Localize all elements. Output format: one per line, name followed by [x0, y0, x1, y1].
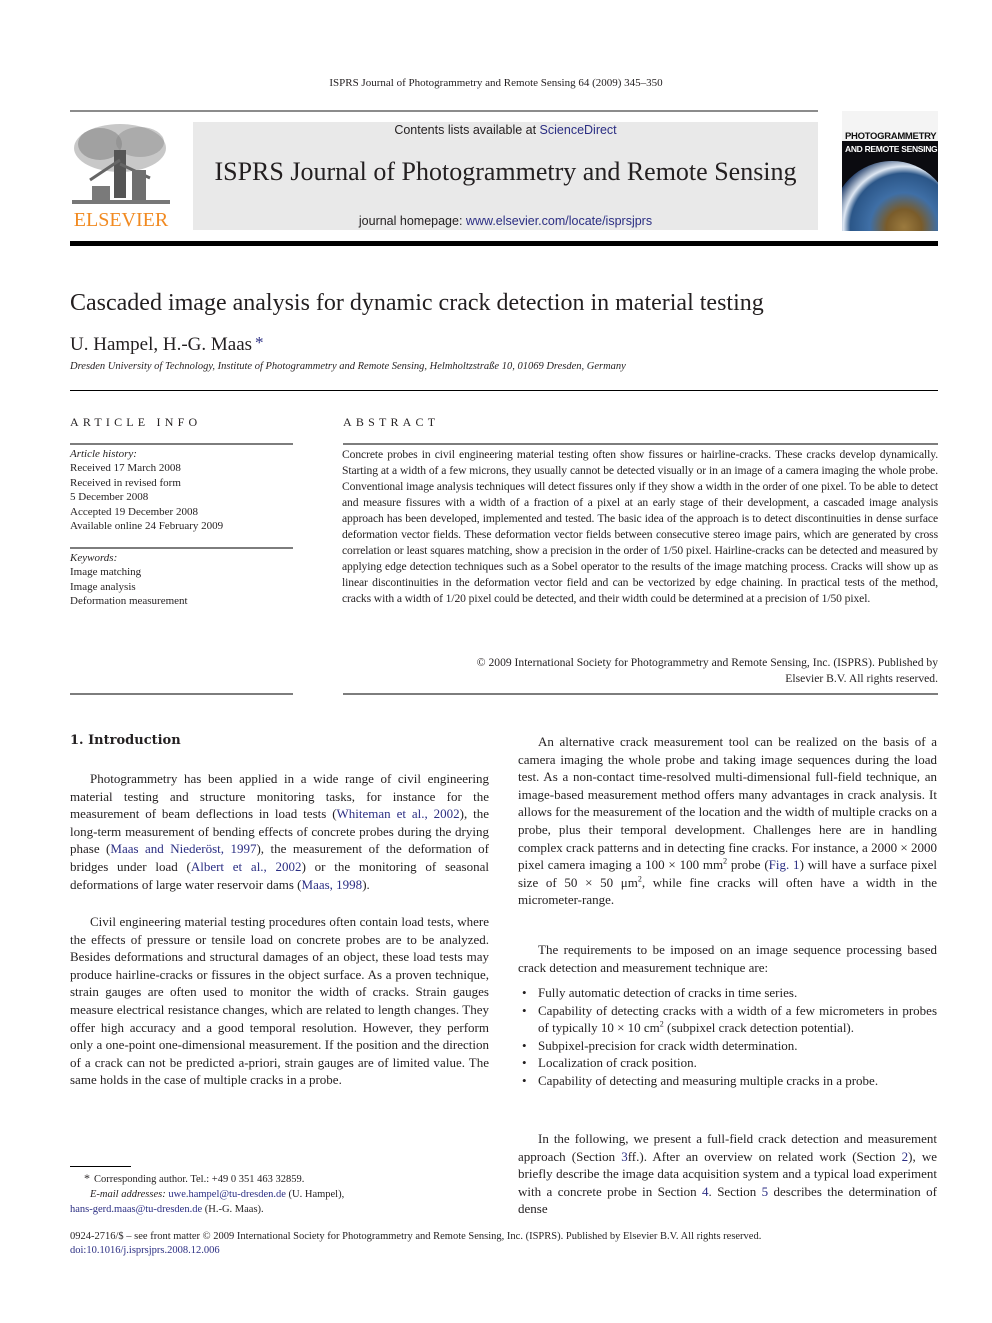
divider: [343, 693, 938, 695]
bullet-icon: •: [522, 1037, 527, 1053]
citation-link[interactable]: Maas, 1998: [302, 877, 363, 892]
contents-prefix: Contents lists available at: [394, 123, 540, 137]
divider: [70, 547, 293, 549]
abstract-text: Concrete probes in civil engineering mat…: [342, 448, 938, 605]
keyword: Deformation measurement: [70, 595, 188, 608]
list-item: • Capability of detecting and measuring m…: [518, 1072, 937, 1090]
cover-title-line1: PHOTOGRAMMETRY: [845, 131, 937, 142]
text: An alternative crack measurement tool ca…: [518, 734, 937, 873]
citation-link[interactable]: Maas and Niederöst, 1997: [110, 841, 256, 856]
copyright-line: © 2009 International Society for Photogr…: [476, 656, 938, 669]
cover-title-line2: AND REMOTE SENSING: [845, 144, 938, 154]
homepage-prefix: journal homepage:: [358, 214, 466, 228]
elsevier-wordmark: ELSEVIER: [73, 209, 169, 231]
paragraph: An alternative crack measurement tool ca…: [518, 733, 937, 909]
corresponding-author-note: Corresponding author. Tel.: +49 0 351 46…: [94, 1174, 305, 1185]
paragraph: Photogrammetry has been applied in a wid…: [70, 770, 489, 893]
journal-homepage-link[interactable]: www.elsevier.com/locate/isprsjprs: [466, 214, 652, 228]
list-item: • Fully automatic detection of cracks in …: [518, 984, 937, 1002]
abstract-copyright: © 2009 International Society for Photogr…: [342, 655, 938, 687]
email-link[interactable]: uwe.hampel@tu-dresden.de: [168, 1189, 286, 1200]
text: ff.). After an overview on related work …: [627, 1148, 902, 1164]
journal-masthead: Contents lists available at ScienceDirec…: [193, 122, 818, 230]
author-list: U. Hampel, H.-G. Maas *: [70, 333, 264, 356]
footnotes: * Corresponding author. Tel.: +49 0 351 4…: [70, 1171, 500, 1217]
list-item: • Capability of detecting cracks with a w…: [518, 1002, 937, 1037]
history-item: 5 December 2008: [70, 491, 149, 504]
paragraph: The requirements to be imposed on an ima…: [518, 941, 937, 976]
keywords-label: Keywords:: [70, 552, 118, 564]
journal-name: ISPRS Journal of Photogrammetry and Remo…: [214, 157, 797, 186]
sciencedirect-link[interactable]: ScienceDirect: [540, 123, 617, 137]
divider: [70, 693, 293, 695]
affiliation: Dresden University of Technology, Instit…: [70, 361, 626, 372]
text: Localization of crack position.: [538, 1055, 697, 1071]
requirements-list: • Fully automatic detection of cracks in …: [518, 984, 937, 1090]
corresponding-author-mark[interactable]: *: [255, 333, 264, 352]
divider: [70, 443, 293, 445]
citation-link[interactable]: Albert et al., 2002: [191, 859, 302, 874]
history-item: Received in revised form: [70, 476, 181, 489]
doi-link[interactable]: doi:10.1016/j.isprsjprs.2008.12.006: [70, 1245, 220, 1256]
bullet-icon: •: [522, 1072, 527, 1088]
copyright-line: Elsevier B.V. All rights reserved.: [785, 672, 938, 685]
text: ).: [362, 876, 370, 892]
bullet-icon: •: [522, 1055, 527, 1071]
history-item: Available online 24 February 2009: [70, 520, 224, 533]
contents-line: Contents lists available at ScienceDirec…: [193, 123, 818, 137]
bullet-icon: •: [522, 985, 527, 1000]
footnote-divider: [70, 1166, 131, 1167]
issn-copyright-line: 0924-2716/$ – see front matter © 2009 In…: [70, 1231, 762, 1242]
divider: [343, 443, 938, 445]
article-info-heading: ARTICLE INFO: [70, 415, 202, 429]
text: Fully automatic detection of cracks in t…: [538, 985, 798, 1000]
citation-link[interactable]: Whiteman et al., 2002: [337, 806, 460, 821]
text: Subpixel-precision for crack width deter…: [538, 1037, 798, 1053]
paragraph-text: The requirements to be imposed on an ima…: [518, 942, 937, 975]
section-heading: 1. Introduction: [70, 733, 181, 748]
authors: U. Hampel, H.-G. Maas: [70, 334, 253, 355]
history-item: Accepted 19 December 2008: [70, 505, 198, 518]
email-owner: (U. Hampel),: [285, 1189, 345, 1200]
earth-globe-icon: [842, 161, 938, 231]
text: probe (: [727, 857, 769, 873]
history-label: Article history:: [70, 448, 137, 460]
email-link[interactable]: hans-gerd.maas@tu-dresden.de: [70, 1204, 202, 1215]
footnote-mark: *: [84, 1171, 90, 1185]
paragraph: Civil engineering material testing proce…: [70, 913, 489, 1089]
bullet-icon: •: [522, 1002, 527, 1018]
homepage-line: journal homepage: www.elsevier.com/locat…: [193, 214, 818, 228]
running-head: ISPRS Journal of Photogrammetry and Remo…: [329, 77, 663, 89]
list-item: • Localization of crack position.: [518, 1054, 937, 1072]
figure-link[interactable]: Fig. 1: [769, 857, 800, 872]
history-item: Received 17 March 2008: [70, 462, 181, 475]
paragraph-text: Civil engineering material testing proce…: [70, 914, 489, 1088]
abstract-heading: ABSTRACT: [343, 415, 440, 429]
keyword: Image analysis: [70, 580, 136, 593]
article-title: Cascaded image analysis for dynamic crac…: [70, 290, 764, 316]
keyword: Image matching: [70, 566, 142, 579]
article-history: Article history: Received 17 March 2008 …: [70, 447, 223, 533]
list-item: • Subpixel-precision for crack width dete…: [518, 1037, 937, 1055]
text: . Section: [708, 1183, 762, 1199]
masthead-divider: [70, 241, 938, 246]
text: (subpixel crack detection potential).: [663, 1020, 855, 1036]
paragraph: In the following, we present a full-fiel…: [518, 1130, 937, 1218]
journal-cover-image: PHOTOGRAMMETRY AND REMOTE SENSING: [842, 111, 938, 231]
email-owner: (H.-G. Maas).: [202, 1204, 264, 1215]
text: Capability of detecting and measuring mu…: [538, 1072, 879, 1088]
top-divider: [70, 110, 818, 112]
title-divider: [70, 390, 938, 391]
keywords: Keywords: Image matching Image analysis …: [70, 551, 188, 609]
email-label: E-mail addresses:: [90, 1189, 166, 1200]
